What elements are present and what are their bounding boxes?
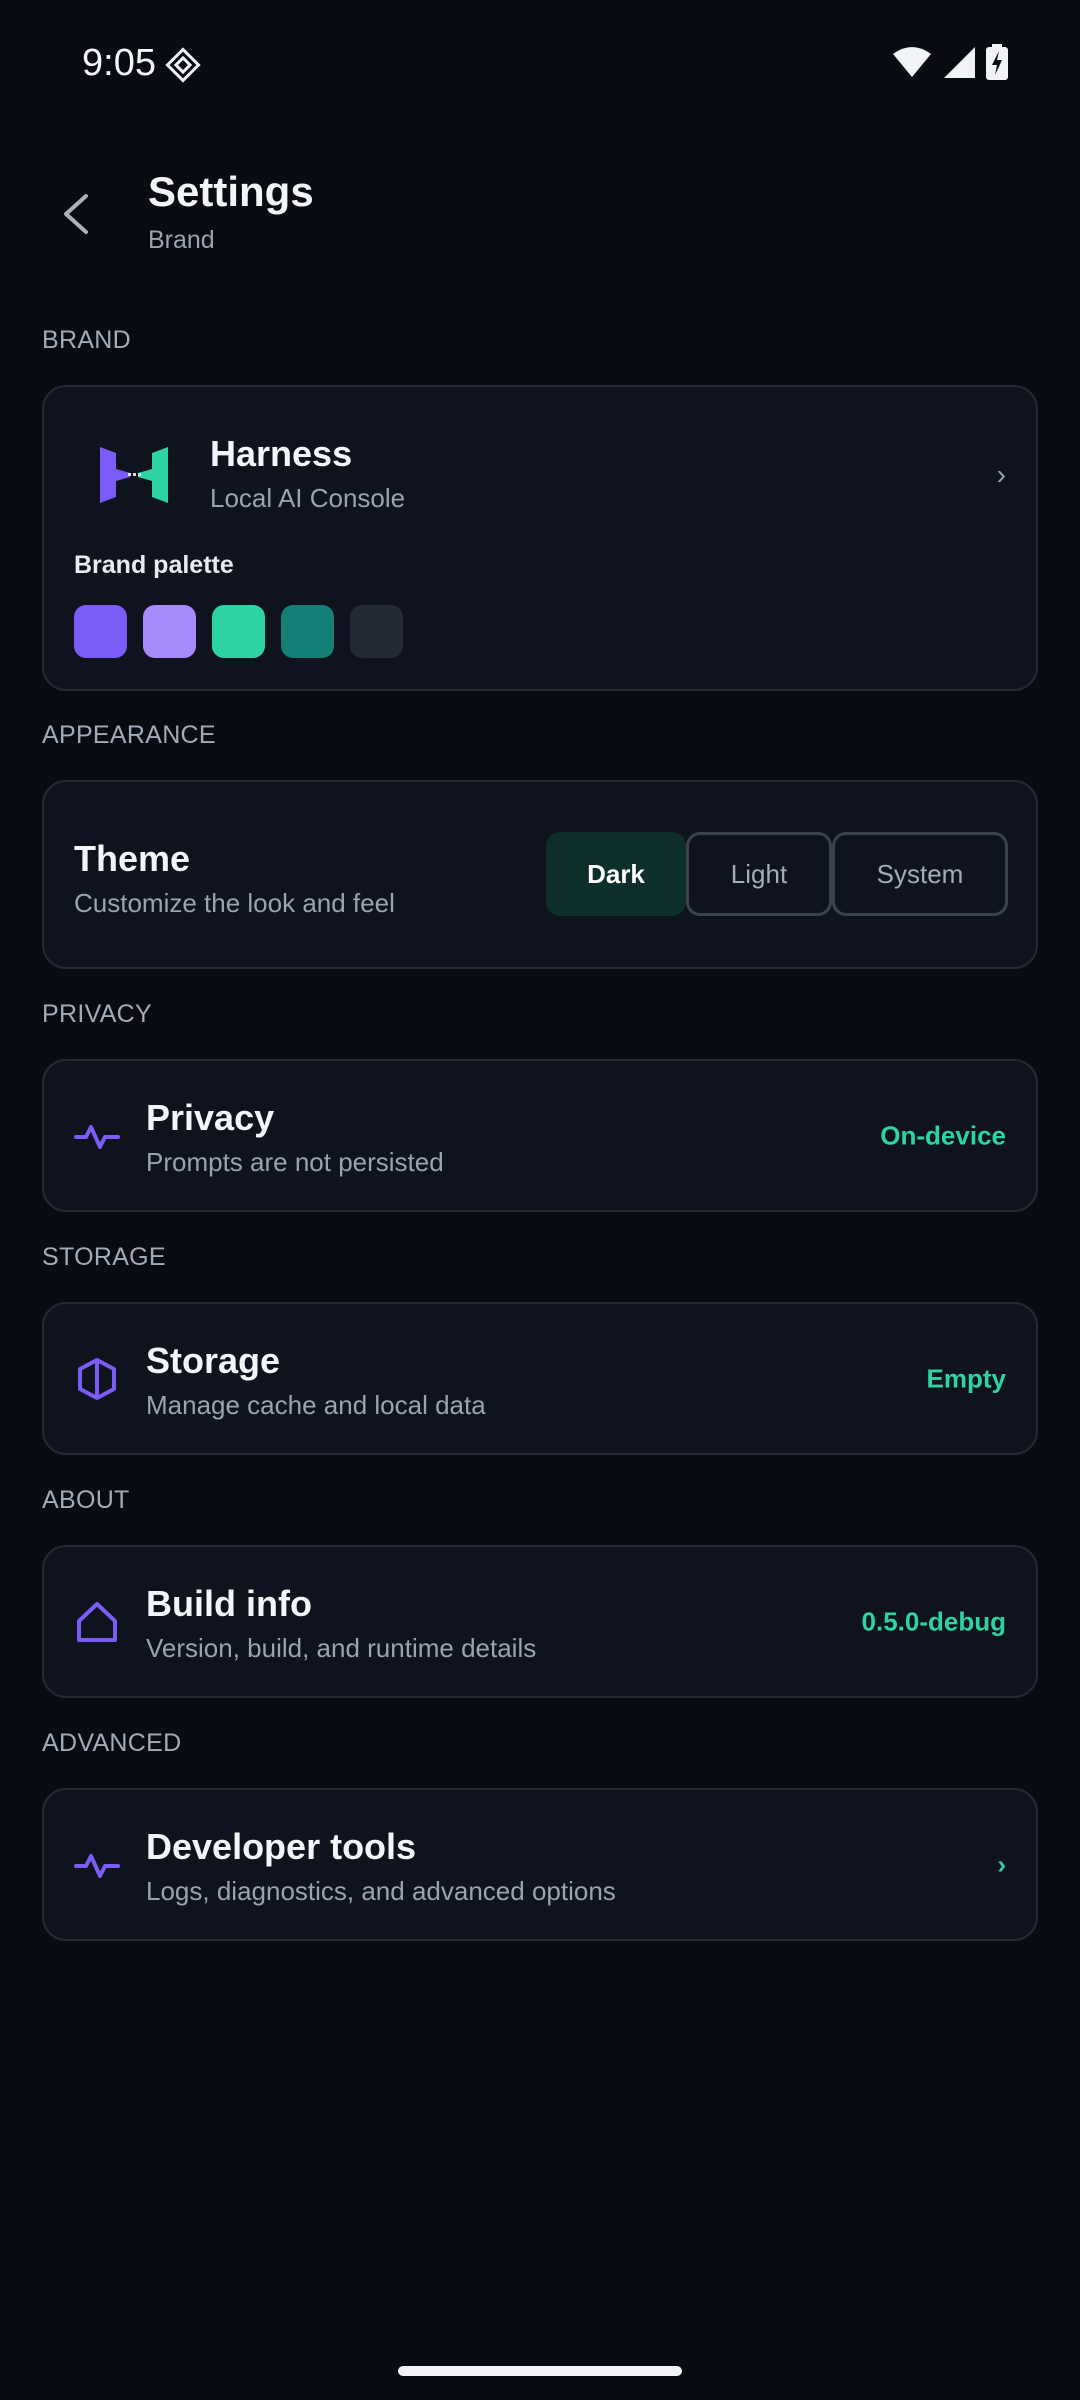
developer-tools-subtitle: Logs, diagnostics, and advanced options — [146, 1876, 616, 1906]
theme-option-dark[interactable]: Dark — [546, 832, 686, 916]
storage-row[interactable]: Storage Manage cache and local data Empt… — [42, 1302, 1038, 1455]
hexagon-icon — [78, 1357, 116, 1400]
storage-value: Empty — [926, 1363, 1006, 1393]
build-info-subtitle: Version, build, and runtime details — [146, 1633, 537, 1663]
section-label-brand: BRAND — [42, 326, 132, 354]
section-label-about: ABOUT — [42, 1486, 130, 1514]
page-subtitle: Brand — [148, 226, 215, 254]
privacy-subtitle: Prompts are not persisted — [146, 1147, 444, 1177]
brand-logo-icon — [100, 447, 168, 503]
brand-palette-label: Brand palette — [74, 551, 234, 579]
storage-title: Storage — [146, 1340, 281, 1381]
build-info-row[interactable]: Build info Version, build, and runtime d… — [42, 1545, 1038, 1698]
section-label-storage: STORAGE — [42, 1243, 166, 1271]
settings-screen: 9:05 Settings Brand BRAND Harness Local … — [0, 0, 1080, 2400]
storage-subtitle: Manage cache and local data — [146, 1390, 486, 1420]
app-notification-icon — [165, 47, 201, 83]
brand-palette — [74, 605, 403, 658]
theme-option-system[interactable]: System — [832, 832, 1008, 916]
palette-swatch — [281, 605, 334, 658]
build-version: 0.5.0-debug — [861, 1606, 1006, 1636]
status-bar: 9:05 — [0, 0, 1080, 128]
palette-swatch — [143, 605, 196, 658]
home-icon — [77, 1601, 117, 1642]
brand-name: Harness — [210, 433, 353, 474]
activity-icon — [74, 1124, 120, 1149]
status-time: 9:05 — [82, 42, 156, 84]
build-info-title: Build info — [146, 1583, 312, 1624]
theme-title: Theme — [74, 838, 191, 879]
back-arrow-icon — [64, 194, 88, 234]
theme-subtitle: Customize the look and feel — [74, 888, 395, 918]
section-label-privacy: PRIVACY — [42, 1000, 152, 1028]
privacy-title: Privacy — [146, 1097, 275, 1138]
privacy-row[interactable]: Privacy Prompts are not persisted On-dev… — [42, 1059, 1038, 1212]
chevron-right-icon: › — [996, 459, 1006, 490]
chevron-right-icon: › — [997, 1849, 1006, 1879]
battery-charging-icon — [986, 44, 1008, 80]
developer-tools-title: Developer tools — [146, 1826, 417, 1867]
back-button[interactable] — [40, 178, 112, 250]
palette-swatch — [350, 605, 403, 658]
palette-swatch — [212, 605, 265, 658]
status-icons — [892, 44, 1008, 80]
signal-icon — [944, 47, 975, 78]
brand-card[interactable]: Harness Local AI Console › Brand palette — [42, 385, 1038, 691]
activity-icon — [74, 1853, 120, 1878]
page-title: Settings — [148, 168, 314, 215]
developer-tools-row[interactable]: Developer tools Logs, diagnostics, and a… — [42, 1788, 1038, 1941]
palette-swatch — [74, 605, 127, 658]
brand-tagline: Local AI Console — [210, 483, 406, 513]
home-indicator[interactable] — [398, 2366, 682, 2376]
section-label-appearance: APPEARANCE — [42, 721, 216, 749]
privacy-value: On-device — [880, 1120, 1006, 1150]
section-label-advanced: ADVANCED — [42, 1729, 182, 1757]
theme-card: Theme Customize the look and feel Dark L… — [42, 780, 1038, 969]
wifi-icon — [893, 47, 931, 77]
theme-option-light[interactable]: Light — [686, 832, 832, 916]
